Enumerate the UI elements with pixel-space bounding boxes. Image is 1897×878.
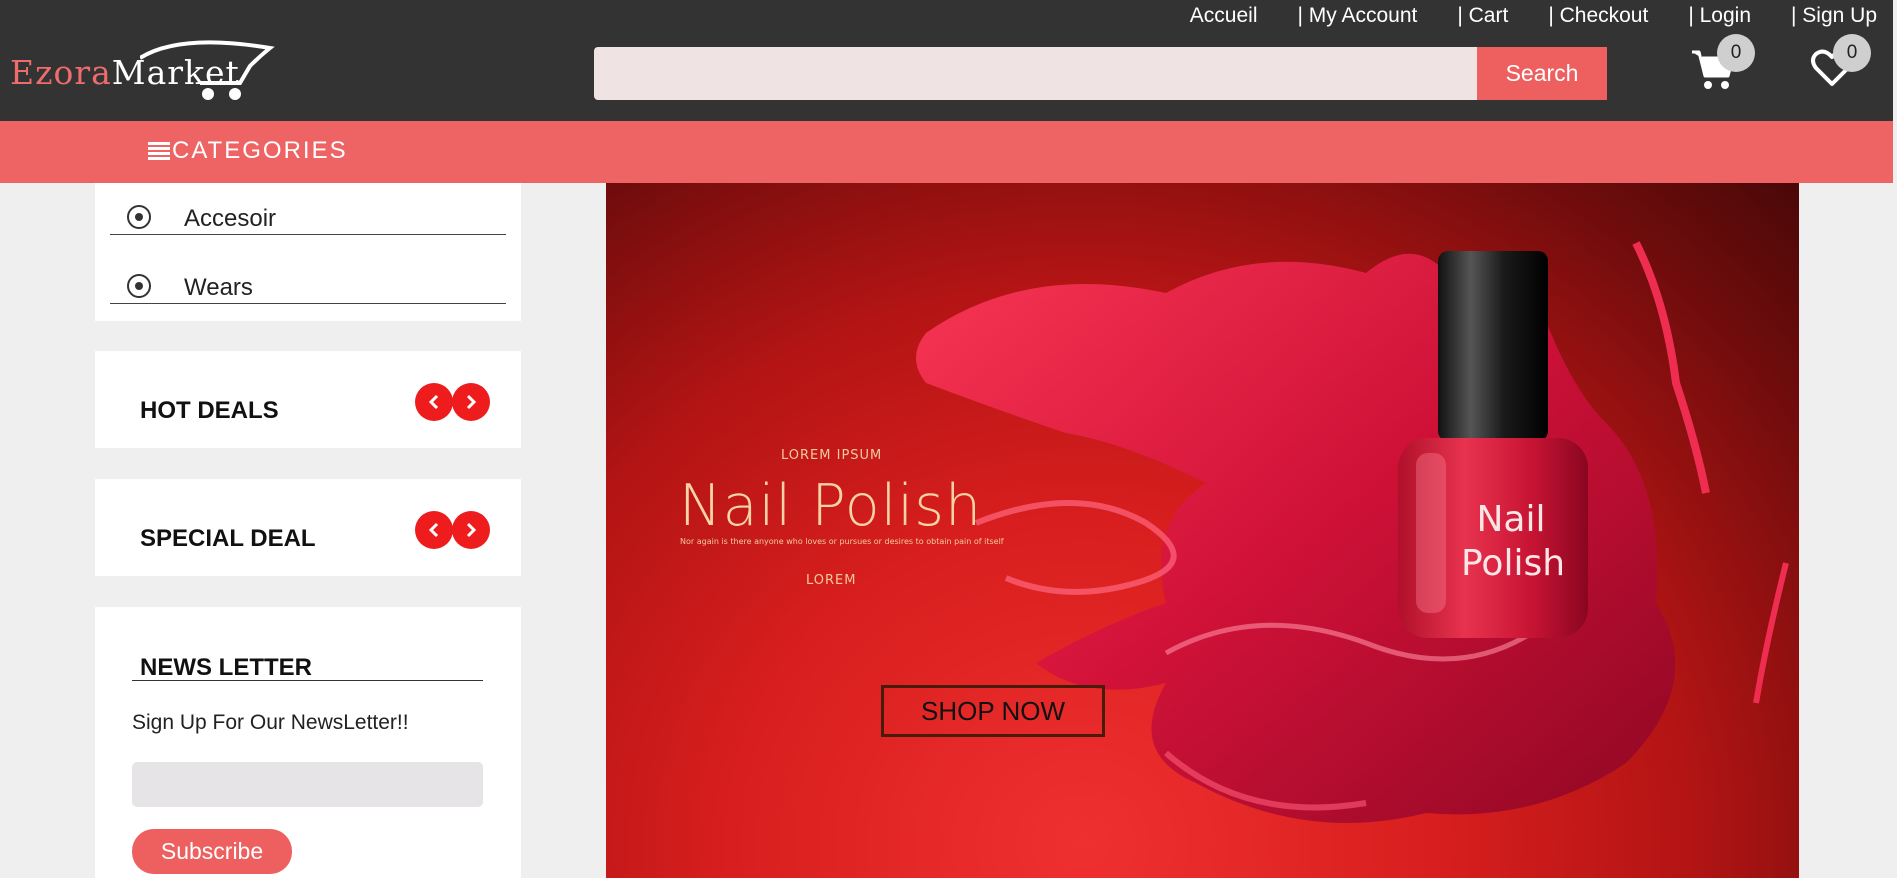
newsletter-title: NEWS LETTER bbox=[140, 654, 312, 681]
search-bar: Search bbox=[594, 47, 1607, 100]
search-button[interactable]: Search bbox=[1477, 47, 1607, 100]
bottle-label: Nail Polish bbox=[1461, 499, 1566, 584]
chevron-left-icon bbox=[428, 522, 439, 538]
special-deal-title: SPECIAL DEAL bbox=[140, 525, 316, 552]
nav-login[interactable]: | Login bbox=[1688, 4, 1751, 28]
nav-cart[interactable]: | Cart bbox=[1457, 4, 1508, 28]
cart-count-badge: 0 bbox=[1717, 34, 1755, 72]
category-item-wears[interactable]: Wears bbox=[110, 252, 506, 304]
categories-label: CATEGORIES bbox=[172, 137, 348, 164]
newsletter-divider bbox=[132, 680, 483, 681]
radio-icon bbox=[127, 205, 151, 229]
logo-cart-icon bbox=[140, 40, 275, 100]
banner-title: Nail Polish bbox=[679, 473, 983, 539]
banner-description: Nor again is there anyone who loves or p… bbox=[680, 537, 1004, 546]
next-button[interactable] bbox=[452, 383, 490, 421]
menu-icon bbox=[148, 142, 170, 160]
next-button[interactable] bbox=[452, 511, 490, 549]
banner-kicker: LOREM IPSUM bbox=[781, 448, 883, 463]
chevron-left-icon bbox=[428, 394, 439, 410]
prev-button[interactable] bbox=[415, 383, 453, 421]
radio-icon bbox=[127, 274, 151, 298]
nav-accueil[interactable]: Accueil bbox=[1190, 4, 1258, 28]
categories-bar: CATEGORIES bbox=[0, 121, 1893, 183]
newsletter-panel: NEWS LETTER Sign Up For Our NewsLetter!!… bbox=[95, 607, 521, 878]
chevron-right-icon bbox=[466, 394, 477, 410]
logo[interactable]: EzoraMarket bbox=[10, 38, 275, 104]
page: EzoraMarket Accueil | My Account | Cart … bbox=[0, 0, 1897, 878]
wishlist-count-badge: 0 bbox=[1833, 34, 1871, 72]
nav-checkout[interactable]: | Checkout bbox=[1548, 4, 1648, 28]
categories-toggle[interactable]: CATEGORIES bbox=[148, 137, 348, 165]
newsletter-text: Sign Up For Our NewsLetter!! bbox=[132, 711, 409, 734]
nav-my-account[interactable]: | My Account bbox=[1298, 4, 1418, 28]
search-input[interactable] bbox=[594, 47, 1477, 100]
wishlist-button[interactable]: 0 bbox=[1810, 34, 1871, 98]
category-list: Accesoir Wears bbox=[95, 183, 521, 321]
newsletter-email-input[interactable] bbox=[132, 762, 483, 807]
shop-now-button[interactable]: SHOP NOW bbox=[881, 685, 1105, 737]
banner-subtext: LOREM bbox=[806, 573, 857, 588]
top-header: EzoraMarket Accueil | My Account | Cart … bbox=[0, 0, 1893, 121]
top-navigation: Accueil | My Account | Cart | Checkout |… bbox=[1150, 4, 1877, 28]
hot-deals-panel: HOT DEALS bbox=[95, 351, 521, 448]
subscribe-button[interactable]: Subscribe bbox=[132, 829, 292, 874]
special-deal-arrows bbox=[415, 511, 490, 549]
category-item-accesoir[interactable]: Accesoir bbox=[110, 183, 506, 235]
special-deal-panel: SPECIAL DEAL bbox=[95, 479, 521, 576]
category-label: Accesoir bbox=[184, 205, 277, 232]
hero-banner: LOREM IPSUM Nail Polish Nor again is the… bbox=[606, 183, 1799, 878]
hot-deals-title: HOT DEALS bbox=[140, 397, 279, 424]
chevron-right-icon bbox=[466, 522, 477, 538]
hot-deals-arrows bbox=[415, 383, 490, 421]
logo-text-part1: Ezora bbox=[10, 53, 112, 92]
category-label: Wears bbox=[184, 274, 253, 301]
cart-button[interactable]: 0 bbox=[1690, 34, 1755, 98]
prev-button[interactable] bbox=[415, 511, 453, 549]
nav-sign-up[interactable]: | Sign Up bbox=[1791, 4, 1877, 28]
